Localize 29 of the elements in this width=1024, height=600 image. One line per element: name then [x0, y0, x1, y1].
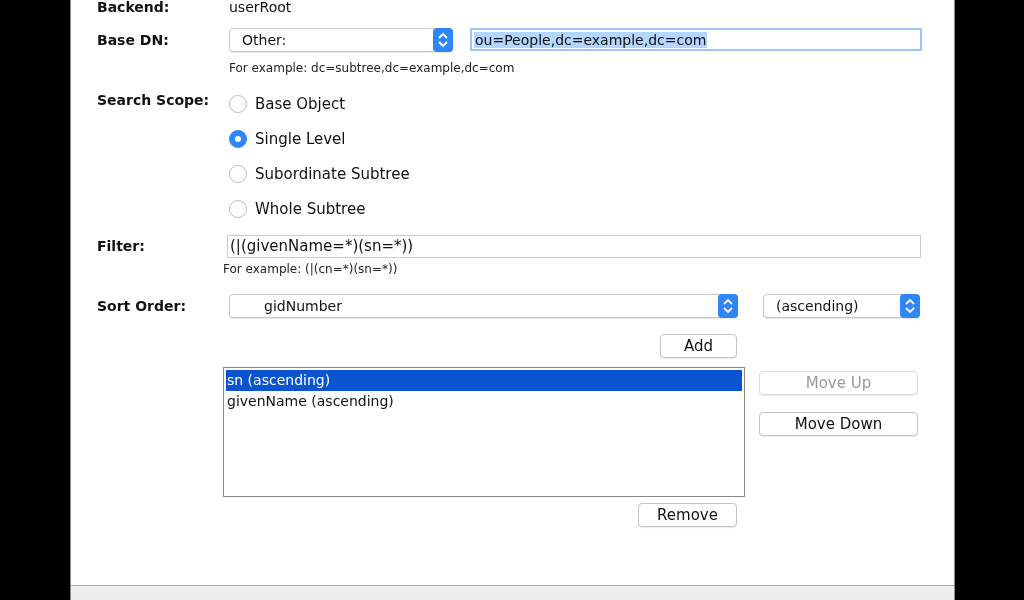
- add-button[interactable]: Add: [660, 334, 737, 358]
- filter-hint: For example: (|(cn=*)(sn=*)): [223, 262, 398, 276]
- search-scope-label: Search Scope:: [97, 91, 211, 110]
- sort-attribute-dropdown[interactable]: gidNumber: [229, 294, 738, 318]
- sort-list-item[interactable]: sn (ascending): [226, 370, 742, 391]
- base-dn-field[interactable]: ou=People,dc=example,dc=com: [470, 28, 922, 51]
- base-dn-hint: For example: dc=subtree,dc=example,dc=com: [229, 61, 515, 75]
- radio-label[interactable]: Base Object: [255, 94, 346, 113]
- dropdown-arrows-icon: [900, 294, 920, 318]
- backend-value: userRoot: [229, 0, 292, 15]
- base-dn-dropdown[interactable]: Other:: [229, 28, 453, 52]
- move-button[interactable]: Move Down: [759, 412, 918, 436]
- sort-direction-dropdown[interactable]: (ascending): [763, 294, 920, 318]
- dropdown-arrows-icon: [718, 294, 738, 318]
- filter-field[interactable]: (|(givenName=*)(sn=*)): [227, 234, 921, 258]
- filter-label: Filter:: [97, 238, 146, 254]
- radio-button[interactable]: [229, 199, 247, 218]
- radio-label[interactable]: Single Level: [255, 129, 346, 148]
- radio-label[interactable]: Subordinate Subtree: [255, 164, 410, 183]
- radio-button[interactable]: [229, 129, 247, 148]
- backend-label: Backend:: [97, 0, 171, 15]
- remove-button[interactable]: Remove: [638, 503, 737, 527]
- radio-label[interactable]: Whole Subtree: [255, 199, 366, 218]
- base-dn-label: Base DN:: [97, 31, 170, 48]
- radio-button[interactable]: [229, 94, 247, 113]
- dropdown-arrows-icon: [433, 28, 453, 52]
- sort-list-item[interactable]: givenName (ascending): [226, 391, 742, 412]
- sort-order-label: Sort Order:: [97, 298, 187, 314]
- radio-button[interactable]: [229, 164, 247, 183]
